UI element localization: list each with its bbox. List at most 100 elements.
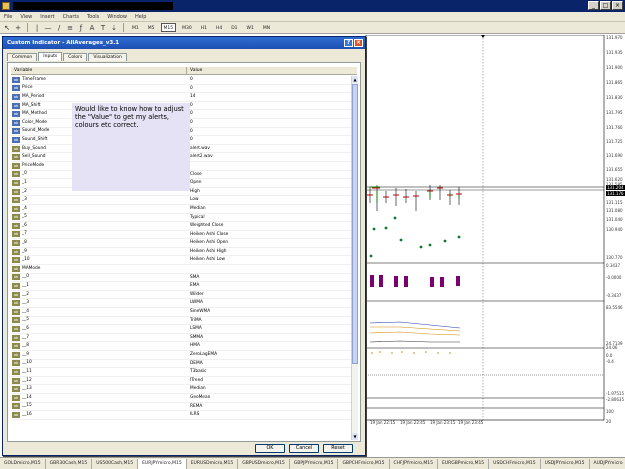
chart-tab[interactable]: USDJPYmicro,M15: [541, 458, 590, 469]
inputs-scrollbar[interactable]: ▲ ▼: [351, 76, 358, 440]
input-value[interactable]: SineWMA: [187, 308, 357, 316]
minimize-button[interactable]: _: [588, 1, 599, 10]
chart-tab[interactable]: GBPCHFmicro,M15: [338, 458, 390, 469]
crosshair-icon[interactable]: +: [14, 24, 22, 32]
input-row[interactable]: ab __12 ITrend: [11, 377, 357, 386]
input-row[interactable]: ab _6 Weighted Close: [11, 222, 357, 231]
input-row[interactable]: ab _10 Heiken Ashi Low: [11, 256, 357, 266]
input-row[interactable]: ab __6 LSMA: [11, 325, 357, 334]
input-row[interactable]: ab __7 SMMA: [11, 334, 357, 343]
input-value[interactable]: Heiken Ashi Low: [187, 256, 357, 264]
scroll-down-arrow[interactable]: ▼: [352, 433, 358, 440]
menu-tools[interactable]: Tools: [87, 14, 99, 20]
input-row[interactable]: ab _5 Typical: [11, 214, 357, 223]
input-value[interactable]: REMA: [187, 403, 357, 411]
timeframe-mn[interactable]: MN: [260, 23, 273, 32]
scroll-thumb[interactable]: [352, 84, 358, 364]
tab-common[interactable]: Common: [7, 53, 38, 61]
timeframe-m30[interactable]: M30: [179, 23, 195, 32]
input-value[interactable]: LWMA: [187, 299, 357, 307]
input-row[interactable]: ab __1 EMA: [11, 282, 357, 291]
input-value[interactable]: GeoMean: [187, 394, 357, 402]
chart-tab[interactable]: EURGBPmicro,M15: [438, 458, 490, 469]
input-value[interactable]: TriMA: [187, 317, 357, 325]
input-row[interactable]: ab __0 SMA: [11, 274, 357, 283]
input-row[interactable]: ab __11 T3basic: [11, 368, 357, 377]
input-value[interactable]: SMA: [187, 274, 357, 282]
chart-tab[interactable]: AUDJPYmicro: [590, 459, 625, 469]
input-value[interactable]: 0: [187, 76, 357, 84]
input-value[interactable]: HMA: [187, 342, 357, 350]
input-row[interactable]: ab __14 GeoMean: [11, 394, 357, 403]
input-value[interactable]: 0: [187, 110, 357, 118]
tab-inputs[interactable]: Inputs: [38, 52, 63, 61]
input-value[interactable]: 0: [187, 119, 357, 127]
input-value[interactable]: ILRS: [187, 411, 357, 419]
input-value[interactable]: Open: [187, 179, 357, 187]
input-value[interactable]: ZeroLagEMA: [187, 351, 357, 359]
arrows-icon[interactable]: ⇣: [110, 24, 118, 32]
input-value[interactable]: 0: [187, 136, 357, 144]
chart-tab[interactable]: EURUSDmicro,M15: [187, 458, 239, 469]
input-value[interactable]: T3basic: [187, 368, 357, 376]
input-value[interactable]: 0: [187, 128, 357, 136]
input-value[interactable]: Close: [187, 171, 357, 179]
chart-tab[interactable]: US500Cash,M15: [92, 458, 139, 469]
input-value[interactable]: Low: [187, 196, 357, 204]
timeframe-h1[interactable]: H1: [198, 23, 210, 32]
input-row[interactable]: ab __2 Wilder: [11, 291, 357, 300]
input-value[interactable]: Median: [187, 205, 357, 213]
input-row[interactable]: ab __15 REMA: [11, 403, 357, 412]
input-value[interactable]: Typical: [187, 214, 357, 222]
menu-window[interactable]: Window: [107, 14, 127, 20]
reset-button[interactable]: Reset: [323, 444, 353, 453]
close-button[interactable]: ×: [612, 1, 623, 10]
input-value[interactable]: Heiken Ashi Open: [187, 239, 357, 247]
timeframe-m15[interactable]: M15: [160, 23, 177, 32]
text-icon[interactable]: A: [88, 24, 96, 32]
input-value[interactable]: Median: [187, 385, 357, 393]
vertical-line-icon[interactable]: |: [33, 24, 41, 32]
input-value[interactable]: Wilder: [187, 291, 357, 299]
input-value[interactable]: 0: [187, 102, 357, 110]
input-value[interactable]: [187, 265, 357, 273]
input-row[interactable]: ab TimeFrame 0: [11, 76, 357, 85]
timeframe-d1[interactable]: D1: [228, 23, 240, 32]
help-button[interactable]: ?: [344, 39, 353, 47]
chart-tab[interactable]: GBPUSDmicro,M15: [238, 458, 290, 469]
cursor-icon[interactable]: ↖: [3, 24, 11, 32]
dialog-close-button[interactable]: ×: [354, 39, 363, 47]
menu-view[interactable]: View: [20, 14, 32, 20]
input-row[interactable]: ab _8 Heiken Ashi Open: [11, 239, 357, 248]
input-row[interactable]: ab _7 Heiken Ashi Close: [11, 231, 357, 240]
input-row[interactable]: ab __5 TriMA: [11, 317, 357, 326]
variable-column-header[interactable]: Variable: [11, 67, 187, 74]
timeframe-m5[interactable]: M5: [145, 23, 158, 32]
tab-visualization[interactable]: Visualization: [88, 53, 127, 61]
input-row[interactable]: ab __13 Median: [11, 385, 357, 394]
chart-tab[interactable]: GOLDmicro,M15: [0, 458, 46, 469]
chart-tab[interactable]: USDCHFmicro,M15: [489, 458, 541, 469]
menu-charts[interactable]: Charts: [63, 14, 79, 20]
cancel-button[interactable]: Cancel: [289, 444, 319, 453]
input-value[interactable]: LSMA: [187, 325, 357, 333]
fibonacci-icon[interactable]: ƒ: [77, 24, 85, 32]
input-value[interactable]: Heiken Ashi Close: [187, 231, 357, 239]
timeframe-w1[interactable]: W1: [244, 23, 257, 32]
timeframe-h4[interactable]: H4: [213, 23, 225, 32]
input-row[interactable]: ab _3 Low: [11, 196, 357, 205]
input-row[interactable]: ab __4 SineWMA: [11, 308, 357, 317]
input-value[interactable]: 14: [187, 93, 357, 101]
scroll-up-arrow[interactable]: ▲: [352, 76, 358, 83]
input-value[interactable]: DEMA: [187, 360, 357, 368]
input-row[interactable]: ab __8 HMA: [11, 342, 357, 351]
timeframe-m1[interactable]: M1: [129, 23, 142, 32]
input-row[interactable]: ab __9 ZeroLagEMA: [11, 351, 357, 360]
horizontal-line-icon[interactable]: —: [44, 24, 52, 32]
chart-tab[interactable]: GBR30Cash,M15: [46, 458, 93, 469]
maximize-button[interactable]: □: [600, 1, 611, 10]
input-row[interactable]: ab Price 0: [11, 85, 357, 94]
input-value[interactable]: EMA: [187, 282, 357, 290]
menu-file[interactable]: File: [4, 14, 12, 20]
value-column-header[interactable]: Value: [187, 67, 202, 74]
